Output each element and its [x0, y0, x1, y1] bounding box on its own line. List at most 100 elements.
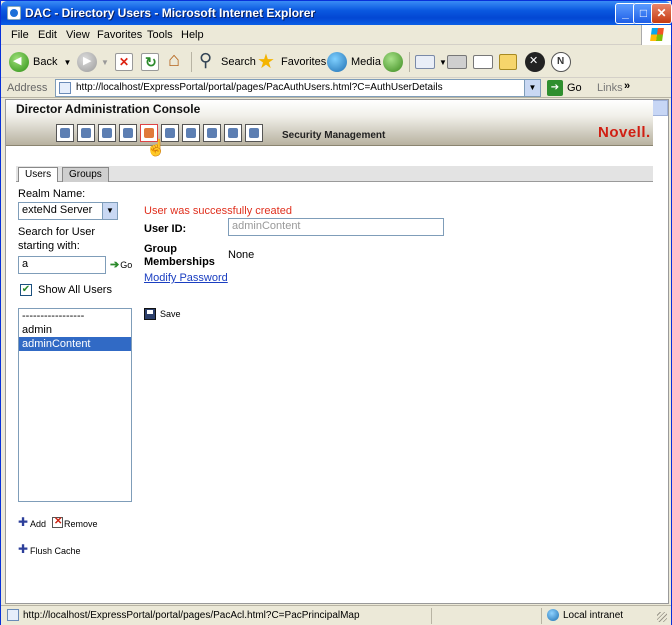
- modify-password-link[interactable]: Modify Password: [144, 272, 228, 284]
- address-input[interactable]: http://localhost/ExpressPortal/portal/pa…: [55, 79, 541, 97]
- home-button[interactable]: [167, 49, 191, 74]
- save-disk-icon: [144, 308, 156, 320]
- realm-select[interactable]: exteNd Server ▼: [18, 202, 118, 220]
- flush-label: Flush Cache: [30, 546, 81, 556]
- links-chevron-icon[interactable]: »: [624, 80, 630, 92]
- status-page-icon: [7, 609, 19, 621]
- userid-label: User ID:: [144, 223, 187, 235]
- group-memberships-label: Group Memberships: [144, 243, 228, 269]
- list-item[interactable]: -----------------: [19, 309, 131, 323]
- stop-button[interactable]: [115, 50, 137, 74]
- print-button[interactable]: [447, 50, 471, 74]
- menu-help[interactable]: Help: [181, 29, 204, 41]
- back-arrow-icon: [9, 52, 29, 72]
- tab-groups[interactable]: Groups: [62, 167, 109, 182]
- history-button[interactable]: [383, 50, 407, 74]
- toolbar-separator: [409, 52, 410, 72]
- flush-cache-button[interactable]: Flush Cache: [18, 542, 81, 556]
- settings-tool-icon[interactable]: [119, 124, 137, 142]
- page-tool-icon[interactable]: [203, 124, 221, 142]
- remove-label: Remove: [64, 519, 98, 529]
- menu-bar: File Edit View Favorites Tools Help: [1, 25, 671, 45]
- address-bar: Address http://localhost/ExpressPortal/p…: [1, 78, 671, 98]
- section-label: Security Management: [282, 130, 386, 141]
- success-message: User was successfully created: [144, 205, 292, 217]
- media-button[interactable]: Media: [327, 50, 381, 74]
- add-label: Add: [30, 519, 47, 529]
- address-url: http://localhost/ExpressPortal/portal/pa…: [76, 82, 443, 93]
- mail-dropdown-icon[interactable]: ▼: [439, 58, 447, 67]
- close-button[interactable]: ✕: [651, 3, 672, 24]
- mail-icon: [415, 55, 435, 69]
- back-dropdown-icon[interactable]: ▼: [63, 58, 71, 67]
- media-icon: [327, 52, 347, 72]
- search-go-button[interactable]: ➔ Go: [110, 258, 132, 271]
- starting-with-label: starting with:: [18, 240, 80, 252]
- layout-tool-icon[interactable]: [182, 124, 200, 142]
- groups-tool-icon[interactable]: [98, 124, 116, 142]
- search-button[interactable]: Search: [197, 50, 256, 74]
- history-icon: [383, 52, 403, 72]
- tab-users[interactable]: Users: [18, 167, 59, 182]
- ie-icon: [7, 6, 21, 20]
- home-tool-icon[interactable]: [245, 124, 263, 142]
- menu-tools[interactable]: Tools: [147, 29, 173, 41]
- intranet-globe-icon: [547, 609, 559, 621]
- forward-arrow-icon: [77, 52, 97, 72]
- resize-grip[interactable]: [657, 612, 667, 622]
- messenger-button[interactable]: [499, 50, 521, 74]
- novell-n-button[interactable]: [551, 50, 575, 74]
- favorites-button[interactable]: Favorites: [257, 49, 326, 74]
- menu-file[interactable]: File: [11, 29, 29, 41]
- realm-dropdown-icon[interactable]: ▼: [102, 203, 117, 219]
- novell-logo: Novell.: [598, 124, 651, 141]
- save-button[interactable]: Save: [144, 308, 181, 320]
- go-small-arrow-icon: ➔: [110, 259, 120, 271]
- list-item[interactable]: admin: [19, 323, 131, 337]
- sync-tool-icon[interactable]: [224, 124, 242, 142]
- edit-button[interactable]: [473, 50, 497, 74]
- links-label[interactable]: Links: [597, 82, 623, 94]
- console-title: Director Administration Console: [16, 102, 201, 116]
- go-button[interactable]: ➔ Go: [547, 80, 582, 96]
- mail-button[interactable]: ▼: [415, 50, 447, 74]
- hand-cursor-icon: ☝: [146, 140, 166, 157]
- refresh-button[interactable]: [141, 50, 163, 74]
- scrollbar[interactable]: [652, 100, 668, 116]
- add-button[interactable]: Add: [18, 515, 47, 529]
- group-label-line2: Memberships: [144, 256, 215, 268]
- novell-n-icon: [551, 52, 571, 72]
- show-all-users-checkbox[interactable]: ✔: [20, 284, 32, 296]
- menu-favorites[interactable]: Favorites: [97, 29, 142, 41]
- list-item-selected[interactable]: adminContent: [19, 337, 131, 351]
- group-label-line1: Group: [144, 243, 177, 255]
- favorites-star-icon: [257, 49, 277, 74]
- blocker-button[interactable]: [525, 50, 549, 74]
- edit-page-icon: [473, 55, 493, 69]
- back-button[interactable]: Back ▼: [9, 50, 71, 74]
- remove-icon: [52, 516, 63, 528]
- media-label: Media: [351, 56, 381, 68]
- home-icon: [167, 49, 187, 72]
- address-dropdown-icon[interactable]: ▼: [524, 80, 540, 96]
- forward-button[interactable]: ▼: [77, 50, 109, 74]
- save-label: Save: [160, 309, 181, 319]
- address-label: Address: [7, 82, 48, 94]
- calendar-tool-icon[interactable]: [77, 124, 95, 142]
- user-list[interactable]: ----------------- admin adminContent: [18, 308, 132, 502]
- menu-view[interactable]: View: [66, 29, 90, 41]
- realm-label: Realm Name:: [18, 188, 86, 200]
- show-all-users-label: Show All Users: [38, 284, 112, 296]
- users-panel: Realm Name: exteNd Server ▼ Search for U…: [16, 182, 653, 592]
- search-user-label: Search for User: [18, 226, 96, 238]
- userid-field[interactable]: adminContent: [228, 218, 444, 236]
- forward-dropdown-icon[interactable]: ▼: [101, 58, 109, 67]
- users-tool-icon[interactable]: [56, 124, 74, 142]
- back-label: Back: [33, 56, 58, 68]
- user-search-input[interactable]: a: [18, 256, 106, 274]
- status-bar: http://localhost/ExpressPortal/portal/pa…: [1, 605, 671, 625]
- refresh-icon: [141, 53, 159, 71]
- menu-edit[interactable]: Edit: [38, 29, 57, 41]
- status-url: http://localhost/ExpressPortal/portal/pa…: [23, 610, 360, 621]
- remove-button[interactable]: Remove: [52, 516, 98, 529]
